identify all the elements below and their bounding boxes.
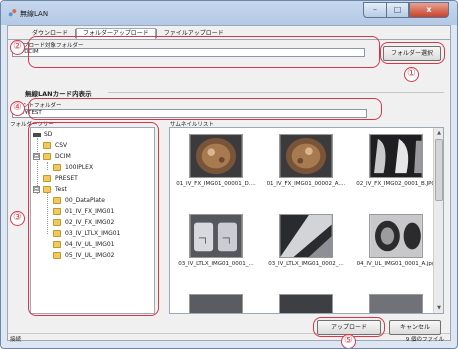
- thumbnail-item[interactable]: [263, 294, 349, 313]
- close-button[interactable]: x: [409, 2, 449, 18]
- callout-badge-3: ③: [10, 211, 25, 226]
- scroll-down-icon[interactable]: ▼: [434, 303, 443, 313]
- callout-ring-upload-folder: [28, 36, 380, 68]
- callout-badge-2: ②: [10, 40, 25, 55]
- thumbnail-image-blade: [369, 134, 423, 178]
- status-file-count: 9 個のファイル: [405, 337, 444, 343]
- window-controls: – □ x: [363, 2, 449, 18]
- thumbnail-item[interactable]: 01_IV_FX_IMG01_00002_A....: [263, 134, 349, 194]
- callout-badge-1: ①: [404, 67, 419, 82]
- thumbnail-label: 01_IV_FX_IMG01_00001_D....: [176, 181, 256, 187]
- cancel-button[interactable]: キャンセル: [389, 320, 441, 335]
- minimize-button[interactable]: –: [363, 2, 386, 18]
- app-icon: [8, 9, 17, 17]
- callout-ring-current-folder: [28, 98, 382, 120]
- thumbnail-scrollbar[interactable]: ▲ ▼: [433, 128, 443, 313]
- thumbnail-label: 02_IV_FX_IMG02_0001_B.JPG: [356, 181, 436, 187]
- thumbnail-label: 03_IV_LTLX_IMG01_0002_...: [268, 261, 344, 267]
- section-divider: [108, 92, 444, 93]
- thumbnail-image-corrosion: [279, 134, 333, 178]
- thumbnail-list[interactable]: 01_IV_FX_IMG01_00001_D.... 01_IV_FX_IMG0…: [169, 127, 444, 314]
- callout-ring-folder-select: [380, 42, 445, 64]
- thumbnail-label: 04_IV_UL_IMG01_0001_A.jpg: [356, 261, 436, 267]
- thumbnail-item[interactable]: 03_IV_LTLX_IMG01_0002_...: [263, 214, 349, 274]
- thumbnail-label: 03_IV_LTLX_IMG01_0001_...: [178, 261, 254, 267]
- thumbnail-item[interactable]: 01_IV_FX_IMG01_00001_D....: [173, 134, 259, 194]
- thumbnail-item[interactable]: 02_IV_FX_IMG02_0001_B.JPG: [353, 134, 439, 194]
- thumbnail-image-ring: [369, 214, 423, 258]
- title-bar[interactable]: 無線LAN – □ x: [1, 1, 457, 25]
- callout-badge-4: ④: [10, 101, 25, 116]
- thumbnail-label: 01_IV_FX_IMG01_00002_A....: [266, 181, 346, 187]
- wlan-section-caption: 無線LANカード内表示: [25, 90, 92, 98]
- thumbnail-image-diagonal: [279, 214, 333, 258]
- status-bar: 接続 9 個のファイル: [8, 333, 450, 343]
- status-connection: 接続: [10, 337, 22, 343]
- thumbnail-image-panel: [189, 214, 243, 258]
- thumbnail-image-corrosion: [189, 134, 243, 178]
- window-title: 無線LAN: [20, 10, 49, 18]
- scroll-thumb[interactable]: [435, 139, 443, 201]
- thumbnail-image-partial: [189, 294, 243, 313]
- thumbnail-item[interactable]: 03_IV_LTLX_IMG01_0001_...: [173, 214, 259, 274]
- thumbnail-item[interactable]: [173, 294, 259, 313]
- thumbnail-item[interactable]: [353, 294, 439, 313]
- scroll-up-icon[interactable]: ▲: [434, 128, 443, 138]
- callout-badge-5: ⑤: [341, 334, 356, 348]
- thumbnail-image-partial: [279, 294, 333, 313]
- app-window: 無線LAN – □ x ダウンロード フォルダーアップロード ファイルアップロー…: [0, 0, 458, 349]
- thumbnail-image-partial: [369, 294, 423, 313]
- thumbnail-item[interactable]: 04_IV_UL_IMG01_0001_A.jpg: [353, 214, 439, 274]
- callout-ring-folder-tree: [28, 122, 159, 316]
- maximize-button[interactable]: □: [386, 2, 409, 18]
